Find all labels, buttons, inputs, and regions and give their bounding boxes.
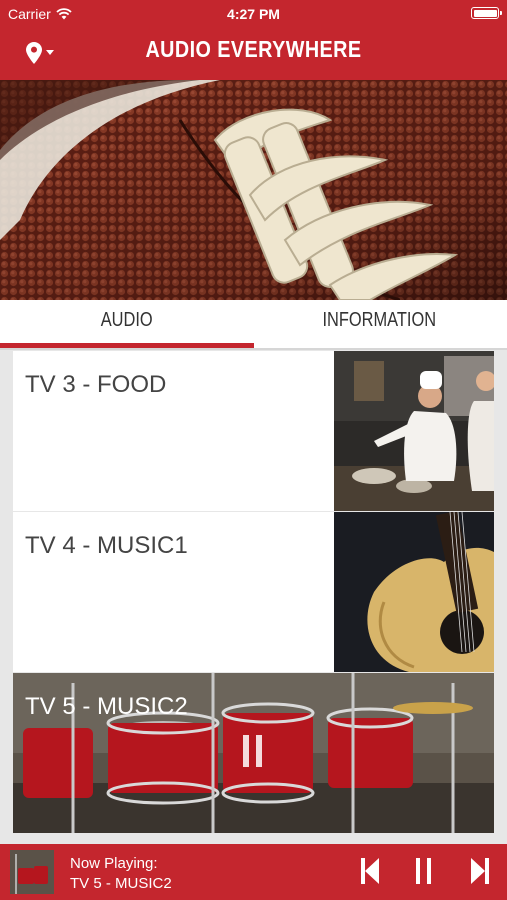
pause-button[interactable]	[416, 858, 432, 889]
now-playing-label: Now Playing:	[70, 855, 158, 872]
now-playing-bar: Now Playing: TV 5 - MUSIC2	[0, 844, 507, 900]
page-title: AUDIO EVERYWHERE	[145, 36, 362, 62]
channel-row-tv5[interactable]: TV 5 - MUSIC2	[13, 673, 494, 833]
hero-football-image	[0, 80, 507, 300]
header: Carrier 4:27 PM AUDIO EVERYWHERE	[0, 0, 507, 80]
previous-icon	[361, 858, 379, 884]
status-bar: Carrier 4:27 PM	[0, 0, 507, 28]
channel-label: TV 4 - MUSIC1	[25, 532, 188, 559]
battery-icon	[471, 7, 502, 19]
status-time: 4:27 PM	[227, 6, 280, 22]
channel-row-tv3[interactable]: TV 3 - FOOD	[13, 351, 494, 511]
previous-track-button[interactable]	[361, 858, 379, 889]
now-playing-thumbnail	[10, 850, 54, 894]
football-illustration	[0, 80, 507, 300]
tab-information[interactable]: INFORMATION	[253, 300, 506, 350]
next-track-button[interactable]	[471, 858, 489, 889]
now-playing-track: TV 5 - MUSIC2	[70, 875, 172, 892]
status-right	[471, 7, 502, 19]
channel-label: TV 5 - MUSIC2	[25, 693, 188, 720]
next-icon	[471, 858, 489, 884]
channel-label: TV 3 - FOOD	[25, 371, 167, 398]
tab-audio-label: AUDIO	[100, 309, 153, 331]
channel-list: TV 3 - FOOD TV 4 - MUSIC1 TV 5 - MUSIC2	[13, 351, 494, 834]
nav-bar: AUDIO EVERYWHERE	[0, 28, 507, 80]
guitar-image	[334, 512, 494, 672]
pause-overlay-icon[interactable]	[243, 735, 262, 767]
tab-divider	[0, 348, 507, 350]
channel-row-tv4[interactable]: TV 4 - MUSIC1	[13, 512, 494, 672]
tab-information-label: INFORMATION	[322, 309, 437, 331]
pause-icon	[416, 858, 431, 884]
app: Carrier 4:27 PM AUDIO EVERYWHERE AUDIO I…	[0, 0, 507, 900]
chef-image	[334, 351, 494, 511]
